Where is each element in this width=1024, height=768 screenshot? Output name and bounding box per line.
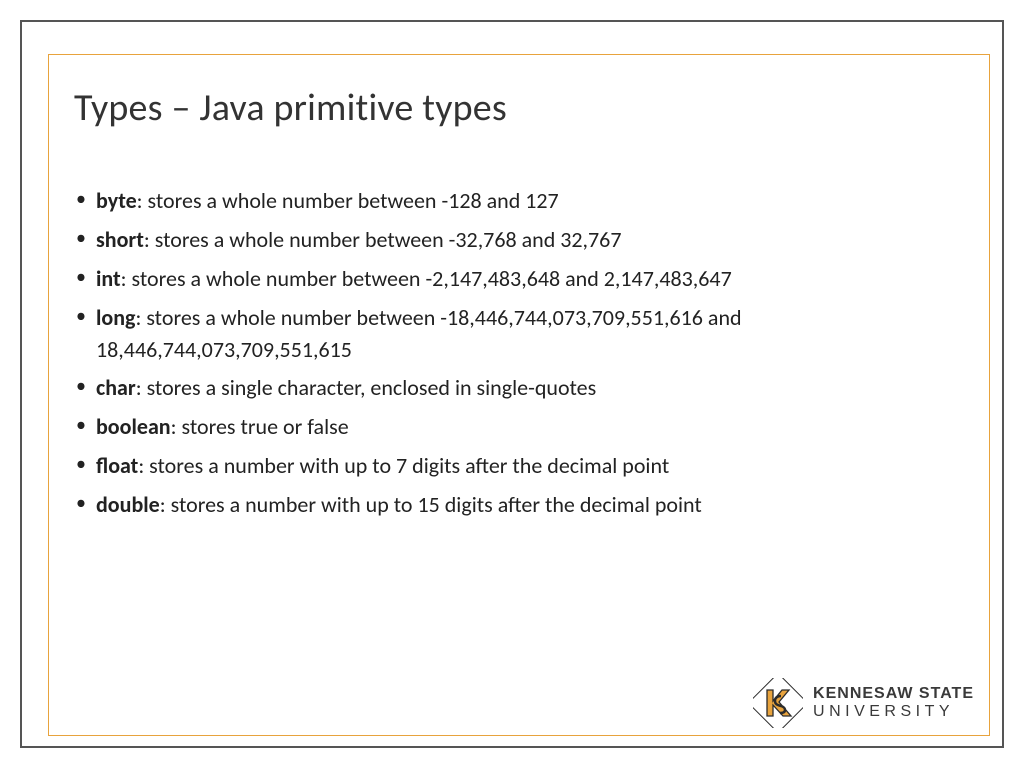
university-logo: KENNESAW STATE UNIVERSITY <box>753 678 974 728</box>
list-item: byte: stores a whole number between -128… <box>74 185 960 217</box>
list-item: int: stores a whole number between -2,14… <box>74 263 960 295</box>
list-item: double: stores a number with up to 15 di… <box>74 489 960 521</box>
description: : stores a whole number between -18,446,… <box>96 304 742 363</box>
slide-content: Types – Java primitive types byte: store… <box>74 85 960 528</box>
term: long <box>96 304 135 331</box>
description: : stores a whole number between -2,147,4… <box>121 265 732 292</box>
term: char <box>96 374 136 401</box>
term: short <box>96 226 144 253</box>
list-item: char: stores a single character, enclose… <box>74 372 960 404</box>
term: boolean <box>96 413 171 440</box>
term: float <box>96 452 138 479</box>
term: byte <box>96 187 137 214</box>
list-item: float: stores a number with up to 7 digi… <box>74 450 960 482</box>
logo-text: KENNESAW STATE UNIVERSITY <box>813 686 974 720</box>
term: int <box>96 265 121 292</box>
description: : stores a whole number between -128 and… <box>137 187 559 214</box>
list-item: short: stores a whole number between -32… <box>74 224 960 256</box>
bullet-list: byte: stores a whole number between -128… <box>74 185 960 521</box>
slide-title: Types – Java primitive types <box>74 85 960 131</box>
description: : stores a number with up to 7 digits af… <box>138 452 669 479</box>
list-item: long: stores a whole number between -18,… <box>74 302 960 366</box>
description: : stores a number with up to 15 digits a… <box>160 491 702 518</box>
list-item: boolean: stores true or false <box>74 411 960 443</box>
logo-line-1: KENNESAW STATE <box>813 686 974 702</box>
description: : stores a whole number between -32,768 … <box>144 226 622 253</box>
description: : stores true or false <box>171 413 349 440</box>
ks-monogram-icon <box>753 678 803 728</box>
description: : stores a single character, enclosed in… <box>136 374 597 401</box>
logo-line-2: UNIVERSITY <box>813 704 974 720</box>
term: double <box>96 491 160 518</box>
